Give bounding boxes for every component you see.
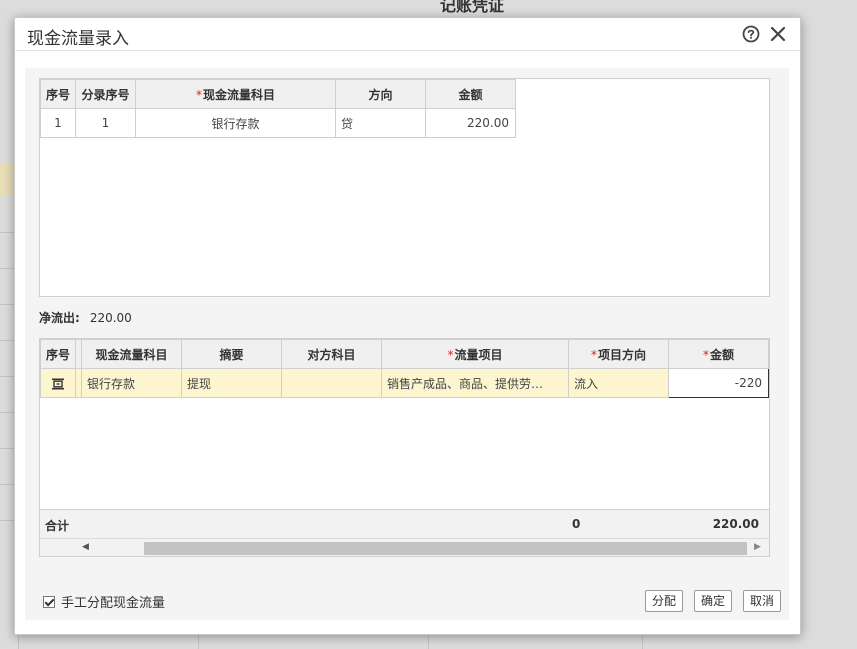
manual-allocation-checkbox[interactable]: [43, 595, 55, 608]
manual-allocation-option[interactable]: 手工分配现金流量: [43, 592, 165, 611]
col-header-seq: 序号: [40, 339, 76, 369]
scroll-left-arrow-icon[interactable]: ◀: [82, 542, 89, 552]
col-header-amount: *金额: [668, 339, 769, 369]
col-header-item-direction: *项目方向: [568, 339, 669, 369]
background-gridline: [0, 448, 14, 449]
cash-flow-dialog: 现金流量录入 序号 分录序号 *现金流量科目 方向 金额 1 1 银行存款 贷 …: [14, 17, 801, 635]
entry-table: 序号 分录序号 *现金流量科目 方向 金额 1 1 银行存款 贷 220.00: [40, 79, 516, 138]
flow-header-row: 序号 现金流量科目 摘要 对方科目 *流量项目 *项目方向 *金额: [40, 339, 769, 369]
background-title: 记账凭证: [440, 0, 505, 15]
net-outflow: 净流出: 220.00: [39, 309, 132, 326]
col-header-counter-account: 对方科目: [281, 339, 382, 369]
background-gridline: [0, 412, 14, 413]
col-header-amount: 金额: [425, 79, 516, 109]
background-gridline: [0, 268, 14, 269]
horizontal-scrollbar[interactable]: ◀ ▶: [40, 538, 769, 556]
required-mark: *: [195, 87, 202, 102]
scroll-right-arrow-icon[interactable]: ▶: [754, 542, 761, 552]
col-header-summary: 摘要: [181, 339, 282, 369]
flow-table: 序号 现金流量科目 摘要 对方科目 *流量项目 *项目方向 *金额 银行存款 提…: [40, 339, 769, 398]
col-header-account: 现金流量科目: [81, 339, 182, 369]
amount-input[interactable]: -220: [668, 368, 769, 398]
table-row[interactable]: 银行存款 提现 销售产成品、商品、提供劳… 流入 -220: [40, 368, 769, 398]
background-highlight-strip: [0, 163, 14, 195]
cell-seq: 1: [40, 108, 76, 138]
net-outflow-label: 净流出:: [39, 311, 80, 325]
close-icon[interactable]: [768, 24, 788, 44]
col-header-flow-item: *流量项目: [381, 339, 569, 369]
col-header-direction: 方向: [335, 79, 426, 109]
entry-grid: 序号 分录序号 *现金流量科目 方向 金额 1 1 银行存款 贷 220.00: [39, 78, 770, 297]
required-mark: *: [702, 347, 709, 362]
entry-header-row: 序号 分录序号 *现金流量科目 方向 金额: [40, 79, 516, 109]
cell-item-direction[interactable]: 流入: [568, 368, 669, 398]
question-circle-icon[interactable]: [742, 25, 760, 43]
cell-amount: 220.00: [425, 108, 516, 138]
total-label: 合计: [45, 519, 70, 533]
dialog-title: 现金流量录入: [27, 29, 129, 49]
confirm-button[interactable]: 确定: [694, 590, 733, 612]
background-gridline: [0, 520, 14, 521]
dialog-body: 序号 分录序号 *现金流量科目 方向 金额 1 1 银行存款 贷 220.00 …: [25, 68, 789, 620]
col-header-entry-seq: 分录序号: [75, 79, 136, 109]
allocate-button[interactable]: 分配: [645, 590, 684, 612]
required-mark: *: [447, 347, 454, 362]
col-header-seq: 序号: [40, 79, 76, 109]
dialog-header: 现金流量录入: [15, 18, 800, 51]
net-outflow-value: 220.00: [89, 311, 132, 325]
background-gridline: [0, 232, 14, 233]
cell-account[interactable]: 银行存款: [81, 368, 182, 398]
total-amount: 220.00: [712, 517, 759, 531]
cancel-button[interactable]: 取消: [743, 590, 782, 612]
background-gridline: [0, 484, 14, 485]
cell-entry-seq: 1: [75, 108, 136, 138]
cell-summary[interactable]: 提现: [181, 368, 282, 398]
cell-direction: 贷: [335, 108, 426, 138]
col-header-account: *现金流量科目: [135, 79, 336, 109]
total-row: 合计 0 220.00: [40, 509, 769, 538]
total-item-direction: 0: [572, 517, 581, 531]
background-gridline: [0, 376, 14, 377]
table-row[interactable]: 1 1 银行存款 贷 220.00: [40, 108, 516, 138]
row-delete-icon[interactable]: [51, 378, 65, 390]
scrollbar-thumb[interactable]: [144, 542, 747, 555]
background-gridline: [0, 340, 14, 341]
cell-row-action[interactable]: [40, 368, 76, 398]
manual-allocation-label: 手工分配现金流量: [61, 596, 166, 611]
cell-account: 银行存款: [135, 108, 336, 138]
background-gridline: [0, 304, 14, 305]
cell-counter-account[interactable]: [281, 368, 382, 398]
cell-flow-item[interactable]: 销售产成品、商品、提供劳…: [381, 368, 569, 398]
required-mark: *: [590, 347, 597, 362]
flow-grid: 序号 现金流量科目 摘要 对方科目 *流量项目 *项目方向 *金额 银行存款 提…: [39, 338, 770, 557]
